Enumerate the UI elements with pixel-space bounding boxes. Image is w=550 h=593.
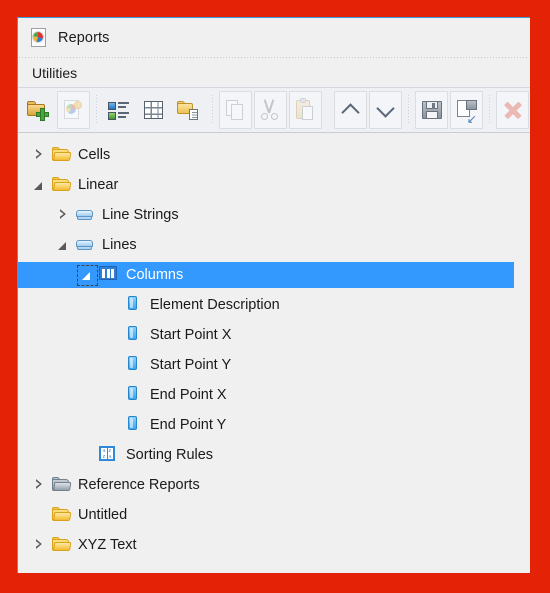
tree-node-sorting-rules[interactable]: A Z Z A Sorting Rules [18,440,530,470]
window-titlebar: Reports [18,18,530,57]
tree-node-label: XYZ Text [78,537,137,553]
tree-node-label: Columns [126,267,184,283]
toolbar-separator [408,95,410,125]
tree-node-start-point-x[interactable]: Start Point X [18,320,530,350]
report-document-star-icon [61,98,85,122]
folder-yellow-icon [51,505,72,525]
sorting-rules-icon: AZZA [99,445,119,465]
save-as-button[interactable]: ↙ [450,91,484,129]
cut-button [253,91,287,129]
save-button[interactable] [415,91,449,129]
tree-node-reference-reports[interactable]: Reference Reports [18,470,530,500]
tree-node-label: Cells [78,147,111,163]
toolbar-separator [489,95,491,125]
list-properties-icon [107,98,131,122]
tree-node-label: Untitled [78,507,128,523]
folder-grey-icon [51,475,72,495]
properties-list-button[interactable] [103,91,136,129]
tree-node-columns[interactable]: Columns [18,260,530,290]
report-document-icon [29,27,49,49]
table-grid-button[interactable] [138,91,171,129]
expander-none [103,297,120,314]
new-report-button [56,91,90,129]
column-field-icon [123,295,143,315]
tree-node-lines[interactable]: Lines [18,230,530,260]
tree-node-end-point-x[interactable]: End Point X [18,380,530,410]
expander-none [79,447,96,464]
folder-document-icon [177,98,201,122]
tree-node-label: Start Point Y [150,357,232,373]
tree-node-start-point-y[interactable]: Start Point Y [18,350,530,380]
tree-node-label: End Point Y [150,417,227,433]
grid-table-icon [142,98,166,122]
folder-yellow-icon [51,535,72,555]
paste-button [288,91,322,129]
chevron-up-icon [339,98,363,122]
layer-box-icon [75,235,95,255]
floppy-save-icon [420,98,444,122]
layer-box-icon [75,205,95,225]
expander-none [103,417,120,434]
expander-none [103,327,120,344]
new-report-folder-button[interactable] [22,91,55,129]
red-x-icon [501,98,525,122]
tree-node-label: Sorting Rules [126,447,214,463]
toolbar-separator [327,95,329,125]
toolbar-separator [211,95,213,125]
tree-node-label: Lines [102,237,137,253]
expander-collapsed-icon[interactable] [55,207,72,224]
copy-button [218,91,252,129]
scissors-icon [258,98,282,122]
tree-node-label: Line Strings [102,207,179,223]
tree-node-label: Reference Reports [78,477,200,493]
folder-document-button[interactable] [173,91,206,129]
folder-yellow-icon [51,175,72,195]
tree-node-label: Linear [78,177,119,193]
expander-expanded-icon[interactable] [31,177,48,194]
tree-node-untitled[interactable]: Untitled [18,500,530,530]
page-title: Reports [58,29,110,46]
expander-collapsed-icon[interactable] [31,537,48,554]
expander-collapsed-icon[interactable] [31,477,48,494]
move-up-button[interactable] [334,91,368,129]
tree-node-linear[interactable]: Linear [18,170,530,200]
reports-tree[interactable]: Cells Linear Line Strings Lines Columns Eleme… [18,133,530,573]
tree-node-cells[interactable]: Cells [18,140,530,170]
expander-expanded-icon[interactable] [55,237,72,254]
chevron-down-icon [374,98,398,122]
column-field-icon [123,355,143,375]
delete-button [496,91,530,129]
save-as-icon: ↙ [455,98,479,125]
column-field-icon [123,415,143,435]
tree-node-end-point-y[interactable]: End Point Y [18,410,530,440]
toolbar-separator [95,95,97,125]
folder-plus-icon [26,98,50,122]
tree-node-element-description[interactable]: Element Description [18,290,530,320]
folder-yellow-icon [51,145,72,165]
tree-node-line-strings[interactable]: Line Strings [18,200,530,230]
reports-window: Reports Utilities ↙ Cells Linear Line Stri… [17,17,530,573]
column-field-icon [123,325,143,345]
screen-root: Reports Utilities ↙ Cells Linear Line Stri… [0,0,550,593]
tree-node-label: End Point X [150,387,227,403]
tree-node-label: Start Point X [150,327,232,343]
expander-none [103,357,120,374]
column-field-icon [123,385,143,405]
move-down-button[interactable] [369,91,403,129]
expander-none [103,387,120,404]
ribbon-tabstrip: Utilities [18,58,530,87]
columns-icon [99,265,119,285]
utilities-toolbar: ↙ [18,87,530,133]
tab-utilities[interactable]: Utilities [32,65,77,81]
copy-icon [223,98,247,122]
expander-expanded-icon[interactable] [77,264,98,286]
tree-node-label: Element Description [150,297,280,313]
tree-node-xyz-text[interactable]: XYZ Text [18,530,530,560]
clipboard-paste-icon [293,98,317,122]
expander-collapsed-icon[interactable] [31,147,48,164]
expander-none [31,507,48,524]
